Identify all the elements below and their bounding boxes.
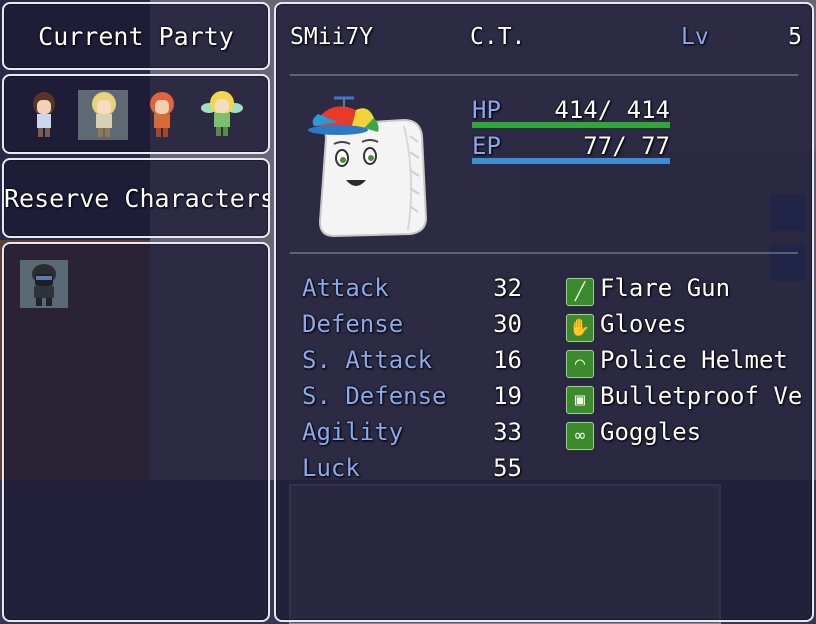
level-label: Lv (681, 24, 709, 50)
hp-values: 414/ 414 (526, 96, 670, 124)
equipment-list: ╱ Flare Gun ✋ Gloves ◠ Police Helmet ▣ B… (564, 274, 802, 454)
stat-value-agility: 33 (493, 418, 522, 446)
stat-label-agility: Agility (302, 418, 404, 446)
header-divider (290, 74, 798, 76)
hp-gauge (472, 122, 670, 128)
stats-divider (290, 252, 798, 254)
equip-gloves: Gloves (600, 310, 687, 338)
party-member-4-sprite[interactable] (200, 88, 244, 140)
ep-label: EP (472, 132, 501, 160)
goggles-icon: ∞ (566, 422, 594, 450)
ep-values: 77/ 77 (526, 132, 670, 160)
reserve-window (2, 242, 270, 622)
actor-class: C.T. (470, 24, 526, 50)
stat-value-defense: 30 (493, 310, 522, 338)
ep-gauge-fill (472, 158, 670, 164)
party-member-3-sprite[interactable] (142, 90, 182, 140)
hp-gauge-fill (472, 122, 670, 128)
reserve-characters-title: Reserve Characters (4, 184, 270, 213)
stat-label-attack: Attack (302, 274, 389, 302)
stat-value-attack: 32 (493, 274, 522, 302)
equip-police-helmet: Police Helmet (600, 346, 788, 374)
actor-name: SMii7Y (290, 24, 374, 50)
glove-icon: ✋ (566, 314, 594, 342)
ep-current: 77 (583, 132, 613, 160)
reserve-member-1[interactable] (20, 260, 68, 308)
level-value: 5 (788, 24, 802, 50)
stat-label-luck: Luck (302, 454, 360, 482)
ep-gauge (472, 158, 670, 164)
stat-label-s-attack: S. Attack (302, 346, 433, 374)
stat-value-luck: 55 (493, 454, 522, 482)
reserve-title-window: Reserve Characters (2, 158, 270, 238)
stat-label-s-defense: S. Defense (302, 382, 447, 410)
equip-flare-gun: Flare Gun (600, 274, 731, 302)
current-party-title-window: Current Party (2, 2, 270, 70)
helmet-icon: ◠ (566, 350, 594, 378)
party-window (2, 74, 270, 154)
ep-separator: / (612, 132, 642, 160)
stat-value-s-defense: 19 (493, 382, 522, 410)
actor-face-portrait (308, 96, 428, 238)
ep-max: 77 (641, 132, 670, 160)
hp-current: 414 (554, 96, 598, 124)
gun-icon: ╱ (566, 278, 594, 306)
stat-value-s-attack: 16 (493, 346, 522, 374)
reserve-member-1-sprite (32, 264, 56, 306)
vest-icon: ▣ (566, 386, 594, 414)
stat-label-defense: Defense (302, 310, 404, 338)
current-party-title: Current Party (38, 22, 234, 51)
hp-separator: / (597, 96, 627, 124)
party-member-1-sprite[interactable] (24, 90, 64, 140)
hp-max: 414 (626, 96, 670, 124)
equip-goggles: Goggles (600, 418, 702, 446)
hp-label: HP (472, 96, 501, 124)
equip-bulletproof-vest: Bulletproof Ves (600, 382, 802, 410)
party-member-2-sprite[interactable] (84, 90, 124, 140)
stats-list: Attack 32 Defense 30 S. Attack 16 S. Def… (302, 274, 528, 490)
status-window: SMii7Y C.T. Lv 5 HP 414/ 414 EP 77/ 77 A… (274, 2, 814, 622)
